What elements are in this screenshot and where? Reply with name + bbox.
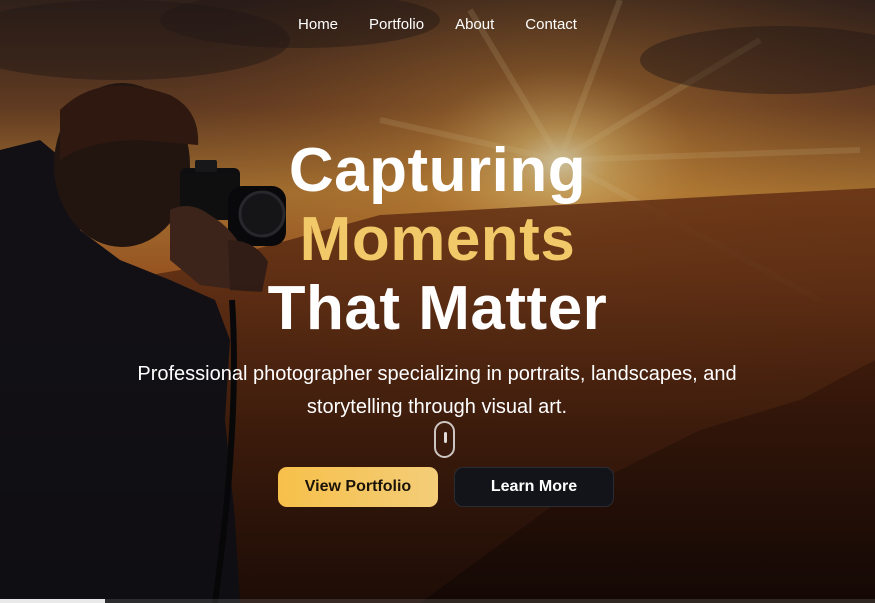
hero-headline-line-3: That Matter: [267, 274, 608, 343]
page-progress-bar: [0, 599, 875, 603]
hero-section: Home Portfolio About Contact Capturing M…: [0, 0, 875, 603]
hero-subtitle: Professional photographer specializing i…: [137, 363, 737, 418]
hero-headline-line-1: Capturing: [288, 136, 587, 205]
page-progress-fill: [0, 599, 105, 603]
nav-home-link[interactable]: Home: [298, 16, 338, 34]
mouse-wheel-indicator: [443, 432, 447, 443]
nav-contact-link[interactable]: Contact: [525, 16, 577, 34]
nav-about-link[interactable]: About: [455, 16, 494, 34]
top-navigation: Home Portfolio About Contact: [0, 16, 875, 34]
view-portfolio-button[interactable]: View Portfolio: [278, 467, 438, 507]
hero-headline-line-2: Moments: [299, 205, 576, 274]
nav-portfolio-link[interactable]: Portfolio: [369, 16, 424, 34]
mouse-scroll-icon[interactable]: [434, 421, 455, 458]
learn-more-button[interactable]: Learn More: [454, 467, 614, 507]
